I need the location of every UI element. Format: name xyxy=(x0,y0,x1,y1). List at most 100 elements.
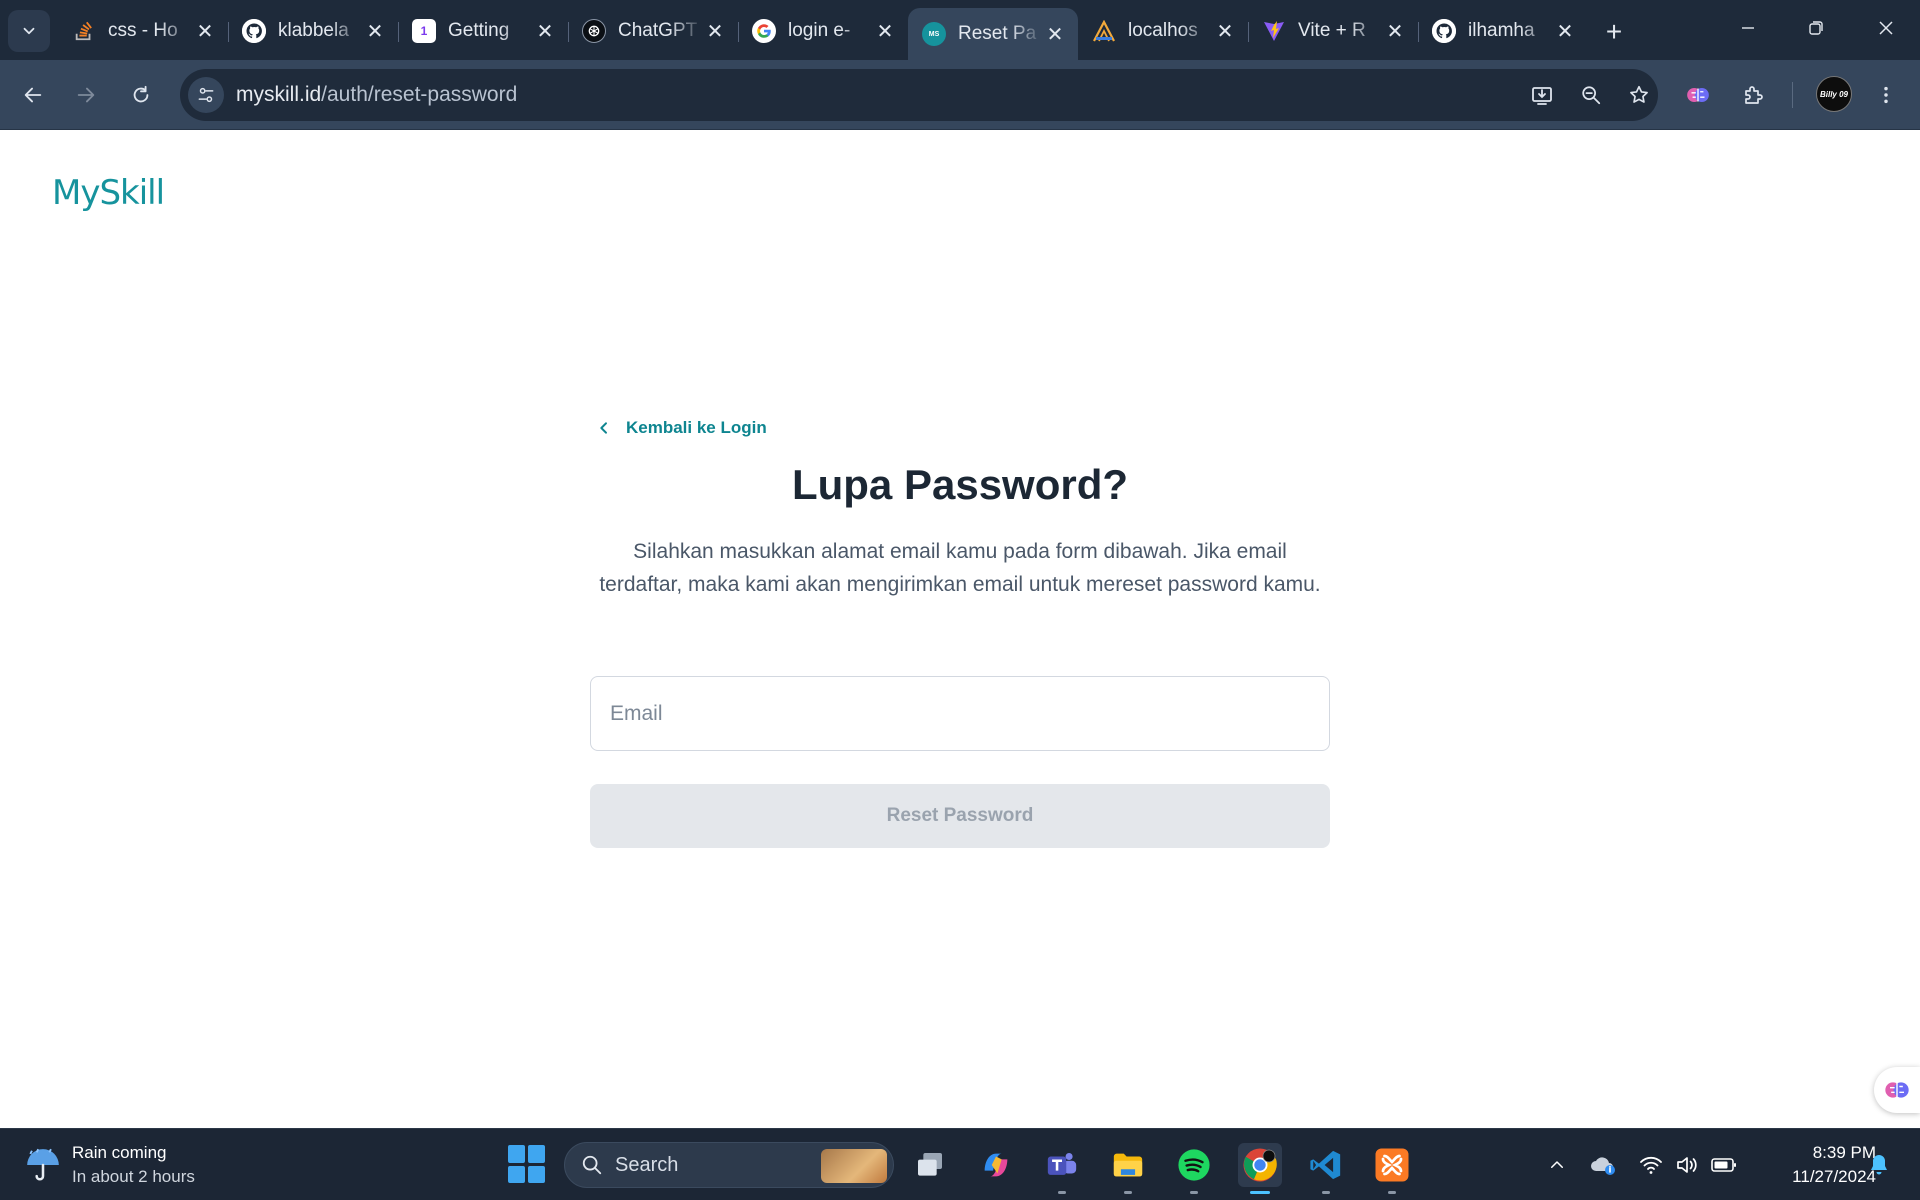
chrome-icon xyxy=(1243,1148,1277,1182)
zoom-button[interactable] xyxy=(1573,77,1609,113)
zoom-out-icon xyxy=(1582,86,1601,105)
plus-icon: + xyxy=(1605,16,1623,47)
windows-logo-tile xyxy=(508,1165,525,1183)
close-icon[interactable]: ✕ xyxy=(1554,20,1576,43)
bookmark-button[interactable] xyxy=(1621,77,1657,113)
notifications-button[interactable] xyxy=(1864,1153,1894,1177)
battery-icon xyxy=(1711,1158,1736,1172)
onedrive-tray-icon[interactable] xyxy=(1588,1153,1618,1177)
windows-logo-tile xyxy=(528,1145,545,1163)
tune-icon xyxy=(198,87,214,103)
teams-app[interactable] xyxy=(1040,1143,1084,1194)
tab-ilhamha[interactable]: ilhamha ✕ xyxy=(1418,8,1588,54)
close-icon[interactable]: ✕ xyxy=(364,20,386,43)
back-button[interactable] xyxy=(13,75,53,115)
wifi-tray-icon[interactable] xyxy=(1636,1153,1666,1177)
close-icon[interactable]: ✕ xyxy=(194,20,216,43)
minimize-button[interactable] xyxy=(1718,6,1778,50)
menu-button[interactable] xyxy=(1866,75,1906,115)
close-icon[interactable]: ✕ xyxy=(534,20,556,43)
search-icon xyxy=(582,1155,602,1175)
tab-reset-password[interactable]: MS Reset Pa ✕ xyxy=(908,8,1078,60)
spotify-app[interactable] xyxy=(1172,1143,1216,1194)
running-indicator xyxy=(1124,1191,1132,1194)
tab-title: Vite + R xyxy=(1298,20,1366,41)
vscode-app[interactable] xyxy=(1304,1143,1348,1194)
battery-tray-icon[interactable] xyxy=(1708,1153,1740,1177)
vscode-icon xyxy=(1310,1150,1341,1180)
close-icon[interactable]: ✕ xyxy=(1384,20,1406,43)
url-text[interactable]: myskill.id/auth/reset-password xyxy=(236,83,517,107)
restore-button[interactable] xyxy=(1786,6,1846,50)
brain-icon xyxy=(1885,1082,1909,1098)
tab-chatgpt[interactable]: ChatGPT ✕ xyxy=(568,8,738,54)
close-icon[interactable]: ✕ xyxy=(1214,20,1236,43)
install-app-button[interactable] xyxy=(1524,77,1560,113)
tab-localhost[interactable]: localhos ✕ xyxy=(1078,8,1248,54)
taskbar-clock[interactable]: 8:39 PM 11/27/2024 xyxy=(1752,1141,1876,1189)
tab-klabbela[interactable]: klabbela ✕ xyxy=(228,8,398,54)
clock-date: 11/27/2024 xyxy=(1792,1167,1876,1186)
url-path: /auth/reset-password xyxy=(321,83,518,106)
weather-title: Rain coming xyxy=(72,1143,167,1162)
tab-css[interactable]: css - Ho ✕ xyxy=(58,8,228,54)
start-button[interactable] xyxy=(508,1145,546,1183)
profile-avatar[interactable]: Billy 09 xyxy=(1816,76,1852,112)
weather-widget[interactable]: Rain coming In about 2 hours xyxy=(24,1141,195,1189)
chatgpt-icon xyxy=(582,19,606,43)
url-domain: myskill.id xyxy=(236,83,322,106)
xampp-icon xyxy=(1375,1148,1409,1182)
myskill-logo[interactable]: MySkill xyxy=(52,173,165,213)
close-icon[interactable]: ✕ xyxy=(874,20,896,43)
tab-title: Reset Pa xyxy=(958,23,1037,44)
close-icon[interactable]: ✕ xyxy=(1044,23,1066,46)
back-to-login-link[interactable]: Kembali ke Login xyxy=(596,418,767,438)
xampp-app[interactable] xyxy=(1370,1143,1414,1194)
star-icon xyxy=(1630,85,1648,103)
new-tab-button[interactable]: + xyxy=(1596,14,1632,50)
site-info-button[interactable] xyxy=(188,77,224,113)
tab-search-button[interactable] xyxy=(8,10,50,52)
tab-getting[interactable]: 1 Getting ✕ xyxy=(398,8,568,54)
page-content: MySkill Kembali ke Login Lupa Password? … xyxy=(0,131,1920,1128)
volume-tray-icon[interactable] xyxy=(1672,1153,1702,1177)
tab-title: ChatGPT xyxy=(618,20,698,41)
tab-title: css - Ho xyxy=(108,20,178,41)
tab-vite[interactable]: Vite + R ✕ xyxy=(1248,8,1418,54)
taskbar-search-label: Search xyxy=(615,1153,679,1176)
floating-assistant-button[interactable] xyxy=(1874,1067,1920,1113)
reload-icon xyxy=(133,85,149,103)
running-indicator xyxy=(1058,1191,1066,1194)
running-indicator xyxy=(1388,1191,1396,1194)
stackoverflow-icon xyxy=(72,19,96,43)
task-view-button[interactable] xyxy=(908,1143,952,1187)
tab-title: login e- xyxy=(788,20,851,41)
browser-tab-strip: css - Ho ✕ klabbela ✕ 1 Getting ✕ ChatGP… xyxy=(0,0,1920,60)
localhost-icon xyxy=(1092,19,1116,43)
chrome-app[interactable] xyxy=(1238,1143,1282,1194)
file-explorer-app[interactable] xyxy=(1106,1143,1150,1194)
reset-password-button[interactable]: Reset Password xyxy=(590,784,1330,848)
copilot-app[interactable] xyxy=(974,1143,1018,1187)
reload-button[interactable] xyxy=(121,75,161,115)
taskbar-search[interactable]: Search xyxy=(564,1142,894,1188)
weather-subtitle: In about 2 hours xyxy=(72,1167,195,1186)
tab-title: ilhamha xyxy=(1468,20,1535,41)
cloud-icon xyxy=(1591,1157,1615,1175)
address-bar[interactable]: myskill.id/auth/reset-password xyxy=(180,69,1658,121)
extensions-button[interactable] xyxy=(1733,75,1773,115)
bell-icon xyxy=(1871,1155,1887,1175)
install-icon xyxy=(1532,87,1552,105)
windows-logo-icon xyxy=(508,1145,525,1163)
puzzle-icon xyxy=(1745,86,1763,104)
show-hidden-icons-button[interactable] xyxy=(1542,1153,1572,1177)
tab-list: css - Ho ✕ klabbela ✕ 1 Getting ✕ ChatGP… xyxy=(58,8,1588,60)
page-description: Silahkan masukkan alamat email kamu pada… xyxy=(599,540,1321,596)
forward-button[interactable] xyxy=(66,75,106,115)
close-icon[interactable]: ✕ xyxy=(704,20,726,43)
tab-login[interactable]: login e- ✕ xyxy=(738,8,908,54)
email-field[interactable] xyxy=(590,676,1330,751)
running-indicator xyxy=(1322,1191,1330,1194)
extension-brain-button[interactable] xyxy=(1678,75,1718,115)
close-window-button[interactable] xyxy=(1856,6,1916,50)
